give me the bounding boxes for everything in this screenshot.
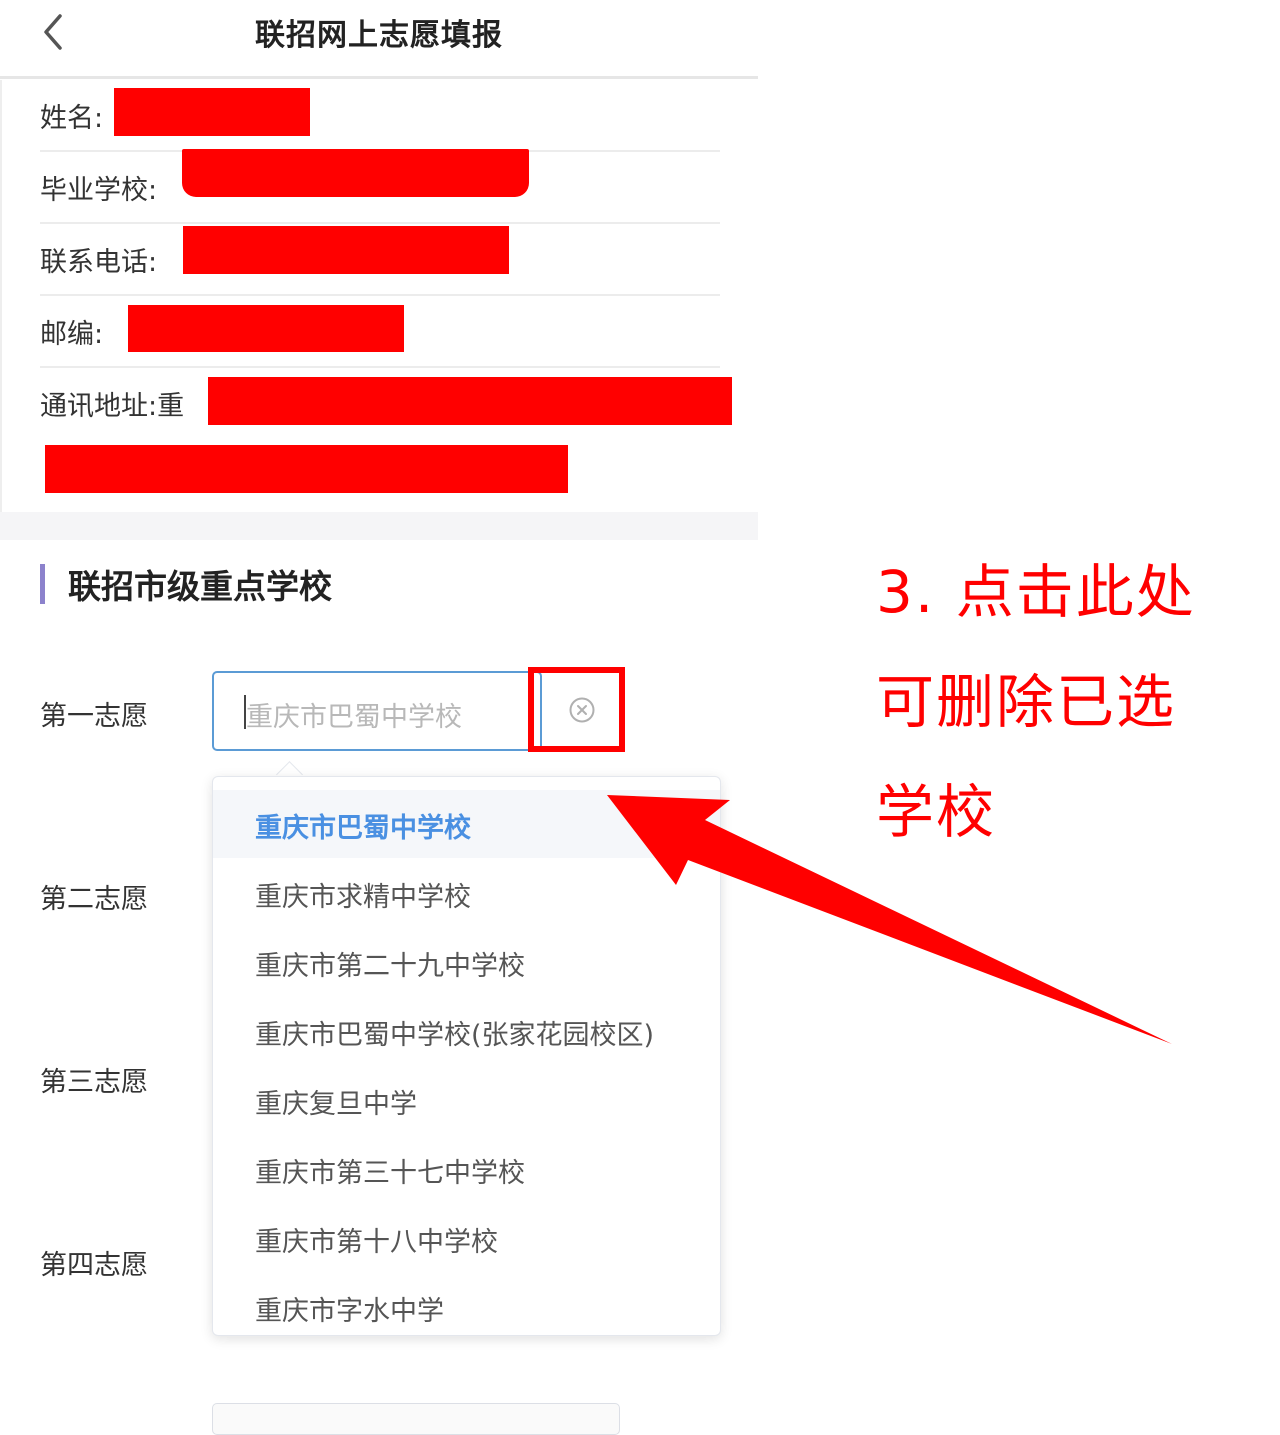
dropdown-option[interactable]: 重庆市第二十九中学校: [213, 928, 720, 996]
annotation-line-1: 3. 点击此处: [876, 558, 1196, 626]
dropdown-option[interactable]: 重庆市字水中学: [213, 1273, 720, 1335]
address-label: 通讯地址:重: [40, 391, 185, 422]
redacted-school: [182, 149, 529, 197]
dropdown-option[interactable]: 重庆复旦中学: [213, 1066, 720, 1134]
section-accent-bar: [40, 564, 45, 604]
first-choice-select[interactable]: 重庆市巴蜀中学校: [212, 671, 542, 751]
annotation-line-2: 可删除已选: [876, 668, 1177, 736]
school-label: 毕业学校:: [40, 175, 158, 206]
name-row: 姓名:: [40, 80, 720, 152]
fourth-choice-label: 第四志愿: [40, 1250, 148, 1281]
dropdown-option[interactable]: 重庆市巴蜀中学校(张家花园校区): [213, 997, 720, 1065]
redacted-address: [208, 377, 732, 425]
zip-label: 邮编:: [40, 319, 104, 350]
dropdown-option[interactable]: 重庆市巴蜀中学校: [213, 790, 720, 858]
name-label: 姓名:: [40, 103, 104, 134]
redacted-name: [114, 88, 310, 136]
page-title: 联招网上志愿填报: [255, 18, 503, 53]
section-divider: [0, 512, 758, 540]
dropdown-option[interactable]: 重庆市第十八中学校: [213, 1204, 720, 1272]
phone-row: 联系电话:: [40, 224, 720, 296]
select-placeholder: 重庆市巴蜀中学校: [246, 702, 462, 733]
address-row: 通讯地址:重: [40, 368, 732, 508]
first-choice-label: 第一志愿: [40, 701, 148, 732]
section-title: 联招市级重点学校: [68, 567, 332, 606]
dropdown-option[interactable]: 重庆市求精中学校: [213, 859, 720, 927]
school-dropdown: 重庆市巴蜀中学校 重庆市求精中学校 重庆市第二十九中学校 重庆市巴蜀中学校(张家…: [212, 776, 721, 1336]
zip-row: 邮编:: [40, 296, 720, 368]
third-choice-label: 第三志愿: [40, 1067, 148, 1098]
highlight-box: [528, 667, 625, 752]
redacted-phone: [183, 226, 509, 274]
second-choice-label: 第二志愿: [40, 884, 148, 915]
next-choice-select[interactable]: [212, 1403, 620, 1435]
divider: [0, 80, 2, 512]
redacted-address-line2: [45, 445, 568, 493]
school-row: 毕业学校:: [40, 149, 720, 224]
phone-label: 联系电话:: [40, 247, 158, 278]
phone-screen: 联招网上志愿填报 姓名: 毕业学校: 联系电话: 邮编: 通讯地址:重 联招市级…: [0, 0, 758, 1435]
header: 联招网上志愿填报: [0, 0, 758, 79]
dropdown-option[interactable]: 重庆市第三十七中学校: [213, 1135, 720, 1203]
annotation-line-3: 学校: [876, 778, 997, 846]
redacted-zip: [128, 305, 404, 352]
